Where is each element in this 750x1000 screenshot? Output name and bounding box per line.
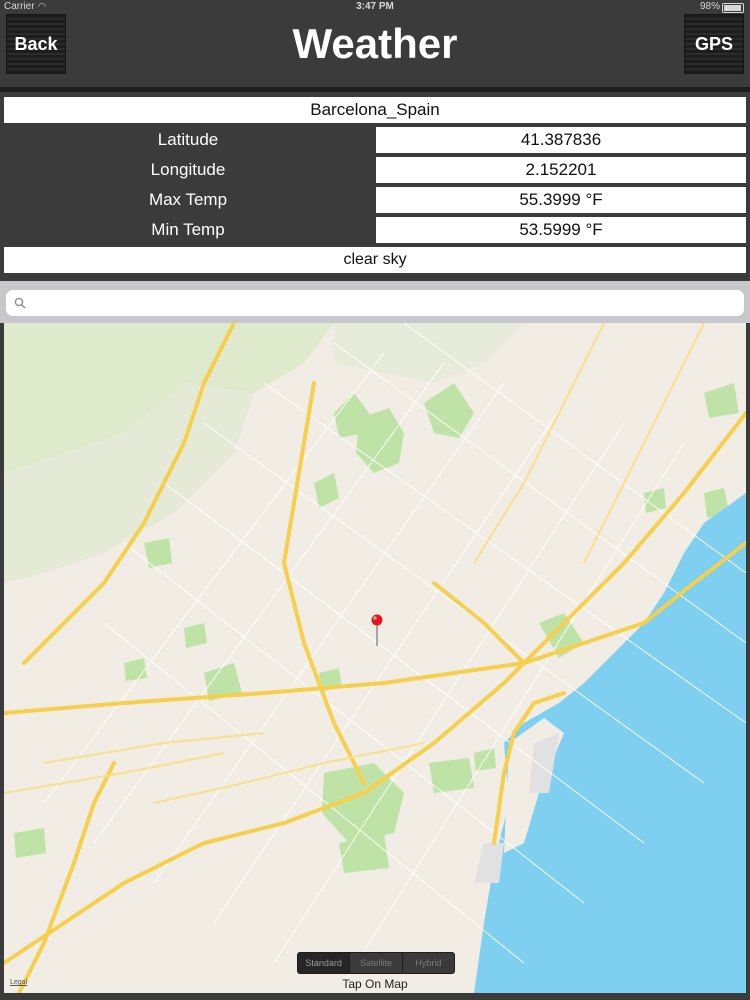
map-type-hybrid[interactable]: Hybrid: [403, 953, 454, 973]
status-time: 3:47 PM: [356, 1, 394, 12]
search-icon: [14, 297, 26, 309]
weather-description: clear sky: [4, 247, 746, 273]
status-bar: Carrier ◠ 3:47 PM 98%: [0, 0, 750, 14]
map-type-satellite[interactable]: Satellite: [350, 953, 403, 973]
map-view[interactable]: Standard Satellite Hybrid Legal Tap On M…: [4, 323, 746, 993]
search-input[interactable]: [6, 290, 744, 316]
map-type-standard[interactable]: Standard: [298, 953, 351, 973]
battery-icon: [722, 3, 744, 13]
location-pin-icon[interactable]: [370, 613, 384, 647]
tap-on-map-hint: Tap On Map: [342, 977, 408, 991]
min-temp-value: 53.5999 °F: [376, 217, 746, 243]
search-bar: [0, 281, 750, 323]
city-field: Barcelona_Spain: [4, 97, 746, 123]
map-tiles: [4, 323, 746, 993]
max-temp-value: 55.3999 °F: [376, 187, 746, 213]
nav-divider: [0, 87, 750, 92]
page-title: Weather: [292, 20, 458, 67]
latitude-label: Latitude: [157, 130, 219, 149]
longitude-value: 2.152201: [376, 157, 746, 183]
battery-percent: 98%: [699, 1, 720, 12]
longitude-label: Longitude: [150, 160, 226, 179]
max-temp-label: Max Temp: [148, 190, 228, 209]
min-temp-label: Min Temp: [151, 220, 225, 239]
latitude-value: 41.387836: [376, 127, 746, 153]
gps-button[interactable]: GPS: [684, 14, 744, 74]
map-type-selector: Standard Satellite Hybrid: [297, 952, 455, 974]
